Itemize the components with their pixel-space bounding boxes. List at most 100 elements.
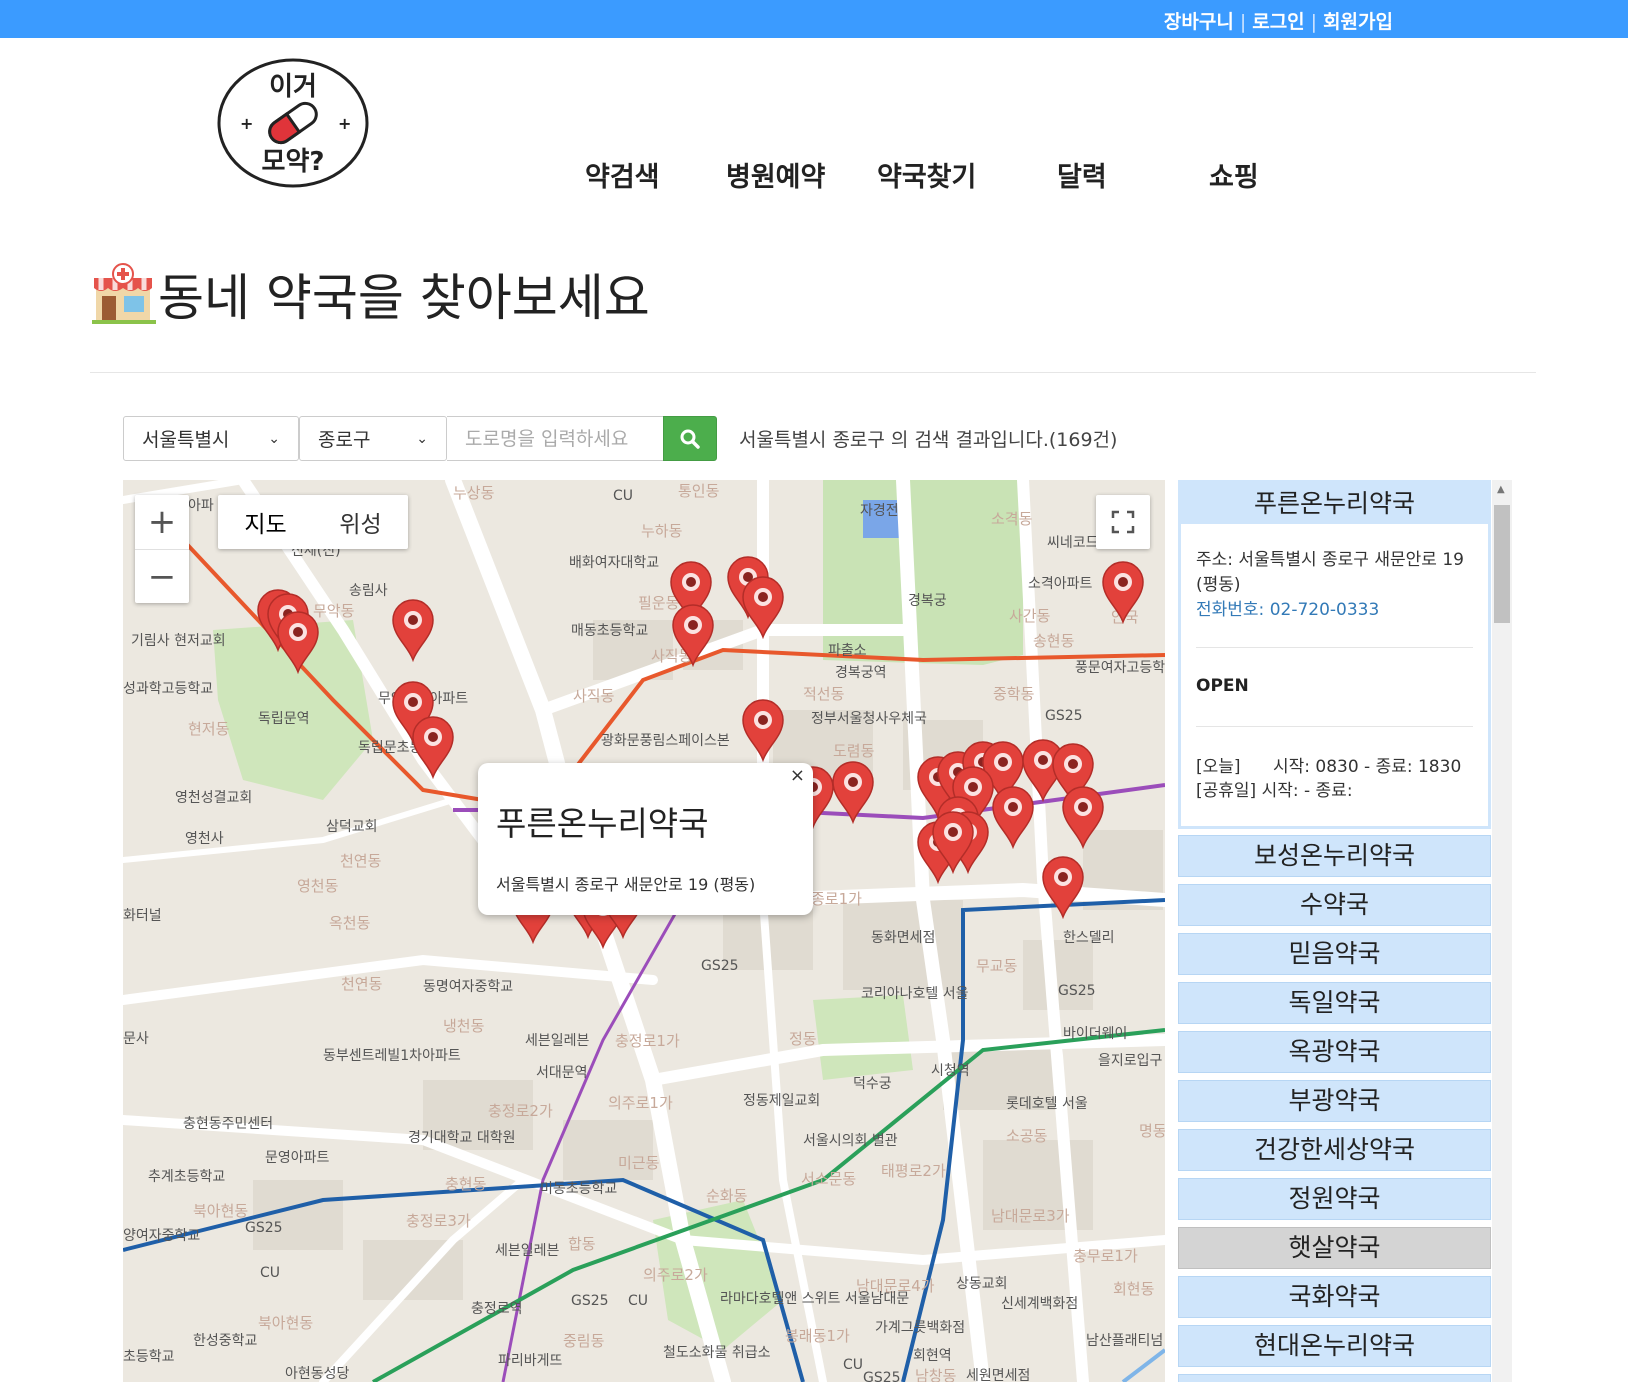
map-label: 미동초등학교 bbox=[540, 1181, 618, 1197]
map-label: CU bbox=[260, 1265, 281, 1281]
district-select[interactable]: 종로구 ⌄ bbox=[299, 416, 447, 461]
map-label: 소공동 bbox=[1006, 1127, 1048, 1145]
map-label: 정동제일교회 bbox=[743, 1093, 821, 1109]
map-label: 경복궁역 bbox=[835, 665, 887, 681]
map-label: 세원면세점 bbox=[966, 1368, 1031, 1382]
map-label: 초등학교 bbox=[123, 1349, 175, 1365]
page-title-text: 동네 약국을 찾아보세요 bbox=[158, 269, 650, 327]
map-type-satellite-button[interactable]: 위성 bbox=[313, 495, 408, 549]
map-label: 충정로1가 bbox=[615, 1032, 680, 1050]
nav-hospital-reservation[interactable]: 병원예약 bbox=[726, 155, 825, 194]
pharmacy-marker-icon[interactable] bbox=[670, 603, 716, 667]
pharmacy-list-item[interactable]: 수약국 bbox=[1178, 884, 1491, 926]
map-label: 화터널 bbox=[123, 908, 162, 924]
map-label: 북아현동 bbox=[193, 1202, 249, 1220]
pharmacy-marker-icon[interactable] bbox=[990, 785, 1036, 849]
pharmacy-list-item[interactable]: 건강한세상약국 bbox=[1178, 1129, 1491, 1171]
pharmacy-marker-icon[interactable] bbox=[410, 715, 456, 779]
pharmacy-list-item[interactable]: 독일약국 bbox=[1178, 982, 1491, 1024]
pharmacy-list-item[interactable]: 정원약국 bbox=[1178, 1178, 1491, 1220]
pharmacy-marker-icon[interactable] bbox=[930, 810, 976, 874]
map-label: 냉천동 bbox=[443, 1017, 485, 1035]
pharmacy-list-item[interactable] bbox=[1178, 1374, 1491, 1382]
map-label: 의주로1가 bbox=[608, 1094, 673, 1112]
map-label: 양여자중학교 bbox=[123, 1228, 201, 1244]
nav-drug-search[interactable]: 약검색 bbox=[585, 155, 660, 194]
selected-pharmacy-phone[interactable]: 전화번호: 02-720-0333 bbox=[1196, 598, 1473, 623]
map-type-map-button[interactable]: 지도 bbox=[218, 495, 313, 549]
pharmacy-marker-icon[interactable] bbox=[1060, 785, 1106, 849]
svg-text:+: + bbox=[338, 114, 351, 133]
pharmacy-list-item[interactable]: 믿음약국 bbox=[1178, 933, 1491, 975]
pharmacy-map[interactable]: 누상동 통인동 CU 자경전 소격동 씨네코드 아파 배화여자대학교 누하동 신… bbox=[123, 480, 1165, 1382]
pharmacy-list-item[interactable]: 보성온누리약국 bbox=[1178, 835, 1491, 877]
cart-link[interactable]: 장바구니 bbox=[1164, 11, 1234, 33]
map-label: 신세계백화점 bbox=[1001, 1296, 1079, 1312]
road-name-input[interactable] bbox=[447, 416, 663, 461]
pharmacy-marker-icon[interactable] bbox=[1100, 560, 1146, 624]
nav-calendar[interactable]: 달력 bbox=[1057, 155, 1107, 194]
logo-top-text: 이거 bbox=[269, 72, 317, 102]
map-label: 철도소화물 취급소 bbox=[663, 1345, 771, 1361]
map-label: 덕수궁 bbox=[853, 1076, 892, 1092]
popup-close-button[interactable]: × bbox=[790, 765, 805, 786]
map-label: 매동초등학교 bbox=[571, 623, 649, 639]
scrollbar-thumb[interactable] bbox=[1494, 505, 1510, 623]
svg-text:+: + bbox=[240, 114, 253, 133]
scroll-up-arrow-icon[interactable]: ▲ bbox=[1497, 484, 1505, 495]
map-type-control: 지도 위성 bbox=[218, 495, 408, 549]
map-label: 경기대학교 대학원 bbox=[408, 1130, 516, 1146]
zoom-out-button[interactable]: − bbox=[135, 549, 189, 603]
zoom-in-button[interactable]: + bbox=[135, 495, 189, 549]
map-label: 남산플래티넘 bbox=[1086, 1333, 1164, 1349]
map-label: 명동 bbox=[1139, 1122, 1165, 1140]
pharmacy-list-item[interactable]: 현대온누리약국 bbox=[1178, 1325, 1491, 1367]
nav-find-pharmacy[interactable]: 약국찾기 bbox=[877, 155, 976, 194]
opening-hours: [오늘] 시작: 0830 - 종료: 1830 [공휴일] 시작: - 종료: bbox=[1181, 727, 1488, 803]
map-label: 봉래동1가 bbox=[785, 1327, 850, 1345]
map-label: 남대문로3가 bbox=[991, 1207, 1070, 1225]
pharmacy-list-item[interactable]: 햇살약국 bbox=[1178, 1227, 1491, 1269]
pharmacy-marker-icon[interactable] bbox=[390, 598, 436, 662]
map-label: 충정로역 bbox=[471, 1301, 523, 1317]
map-label: 합동 bbox=[568, 1235, 596, 1253]
fullscreen-button[interactable] bbox=[1096, 495, 1150, 549]
chevron-down-icon: ⌄ bbox=[268, 430, 280, 447]
city-select[interactable]: 서울특별시 ⌄ bbox=[123, 416, 299, 461]
pharmacy-list-item[interactable]: 국화약국 bbox=[1178, 1276, 1491, 1318]
map-label: 서대문역 bbox=[536, 1065, 588, 1081]
map-label: 중학동 bbox=[993, 685, 1035, 703]
search-button[interactable] bbox=[663, 416, 717, 461]
map-label: 무교동 bbox=[976, 957, 1018, 975]
map-label: 태평로2가 bbox=[881, 1162, 946, 1180]
map-label: 세븐일레븐 bbox=[495, 1243, 560, 1259]
pharmacy-marker-icon[interactable] bbox=[830, 760, 876, 824]
map-label: GS25 bbox=[701, 958, 739, 974]
map-label: 코리아나호텔 서울 bbox=[861, 986, 969, 1002]
list-scrollbar[interactable]: ▲ bbox=[1492, 480, 1512, 1382]
nav-shopping[interactable]: 쇼핑 bbox=[1209, 155, 1259, 194]
pharmacy-marker-icon[interactable] bbox=[1040, 855, 1086, 919]
pharmacy-store-icon bbox=[92, 263, 156, 324]
map-label: 북아현동 bbox=[258, 1314, 314, 1332]
map-label: 사직동 bbox=[573, 687, 615, 705]
map-label: 파출소 bbox=[828, 643, 867, 659]
selected-pharmacy-info: 주소: 서울특별시 종로구 새문안로 19 (평동) 전화번호: 02-720-… bbox=[1181, 524, 1488, 623]
map-label: CU bbox=[628, 1293, 649, 1309]
search-bar: 서울특별시 ⌄ 종로구 ⌄ bbox=[123, 416, 717, 461]
hours-today: [오늘] 시작: 0830 - 종료: 1830 bbox=[1196, 757, 1462, 777]
map-label: 동명여자중학교 bbox=[423, 979, 514, 995]
map-label: 동화면세점 bbox=[871, 930, 936, 946]
pharmacy-marker-icon[interactable] bbox=[740, 575, 786, 639]
pharmacy-list-item[interactable]: 옥광약국 bbox=[1178, 1031, 1491, 1073]
map-label: 배화여자대학교 bbox=[569, 555, 660, 571]
pharmacy-marker-icon[interactable] bbox=[740, 698, 786, 762]
map-label: 세븐일레븐 bbox=[525, 1033, 590, 1049]
map-label: 천연동 bbox=[340, 852, 382, 870]
pharmacy-marker-icon[interactable] bbox=[275, 610, 321, 674]
login-link[interactable]: 로그인 bbox=[1252, 11, 1304, 33]
pharmacy-list-item[interactable]: 부광약국 bbox=[1178, 1080, 1491, 1122]
selected-pharmacy-name[interactable]: 푸른온누리약국 bbox=[1181, 483, 1488, 524]
map-label: 적선동 bbox=[803, 685, 845, 703]
signup-link[interactable]: 회원가입 bbox=[1323, 11, 1393, 33]
